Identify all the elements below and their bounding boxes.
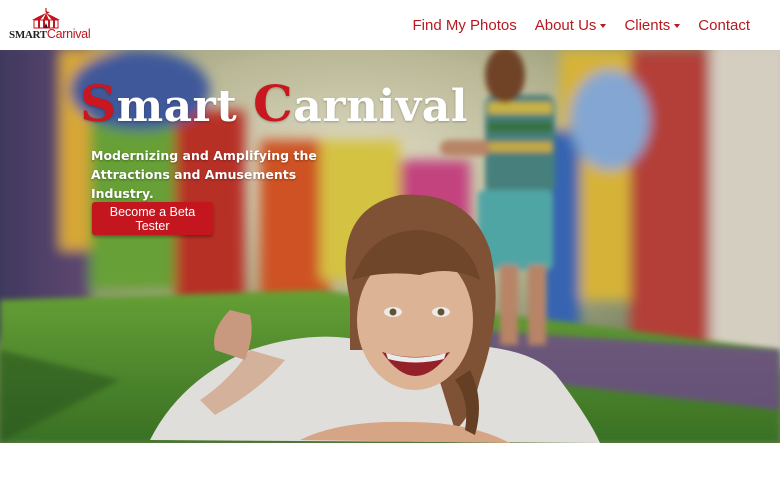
site-header: SMARTCarnival Find My Photos About Us Cl…	[0, 0, 780, 50]
hero-title-word-1: mart	[116, 81, 253, 132]
main-nav: Find My Photos About Us Clients Contact	[395, 0, 750, 50]
nav-find-my-photos[interactable]: Find My Photos	[413, 17, 517, 34]
nav-contact[interactable]: Contact	[698, 17, 750, 34]
nav-clients-label: Clients	[624, 16, 671, 34]
nav-clients[interactable]: Clients	[624, 16, 681, 34]
caret-down-icon	[674, 24, 681, 28]
nav-about-us[interactable]: About Us	[535, 17, 607, 34]
hero-title-initial-s: S	[80, 74, 117, 133]
nav-find-my-photos-label: Find My Photos	[412, 16, 517, 34]
logo-wordmark: SMARTCarnival	[9, 27, 91, 41]
logo-word-carnival: Carnival	[46, 27, 91, 41]
logo-word-smart: SMART	[9, 29, 47, 41]
hero-title-initial-c: C	[253, 74, 294, 133]
brand-logo[interactable]: SMARTCarnival	[9, 8, 91, 42]
caret-down-icon	[600, 24, 607, 28]
hero-title: Smart Carnival	[80, 74, 468, 133]
hero-title-word-2: arnival	[293, 81, 468, 132]
hero-section: Smart Carnival Modernizing and Amplifyin…	[0, 50, 780, 443]
beta-tester-button[interactable]: Become a Beta Tester	[92, 202, 213, 235]
nav-contact-label: Contact	[698, 16, 750, 34]
hero-subtitle: Modernizing and Amplifying the Attractio…	[91, 148, 317, 201]
page-below-hero	[0, 443, 780, 500]
nav-about-us-label: About Us	[534, 16, 597, 34]
